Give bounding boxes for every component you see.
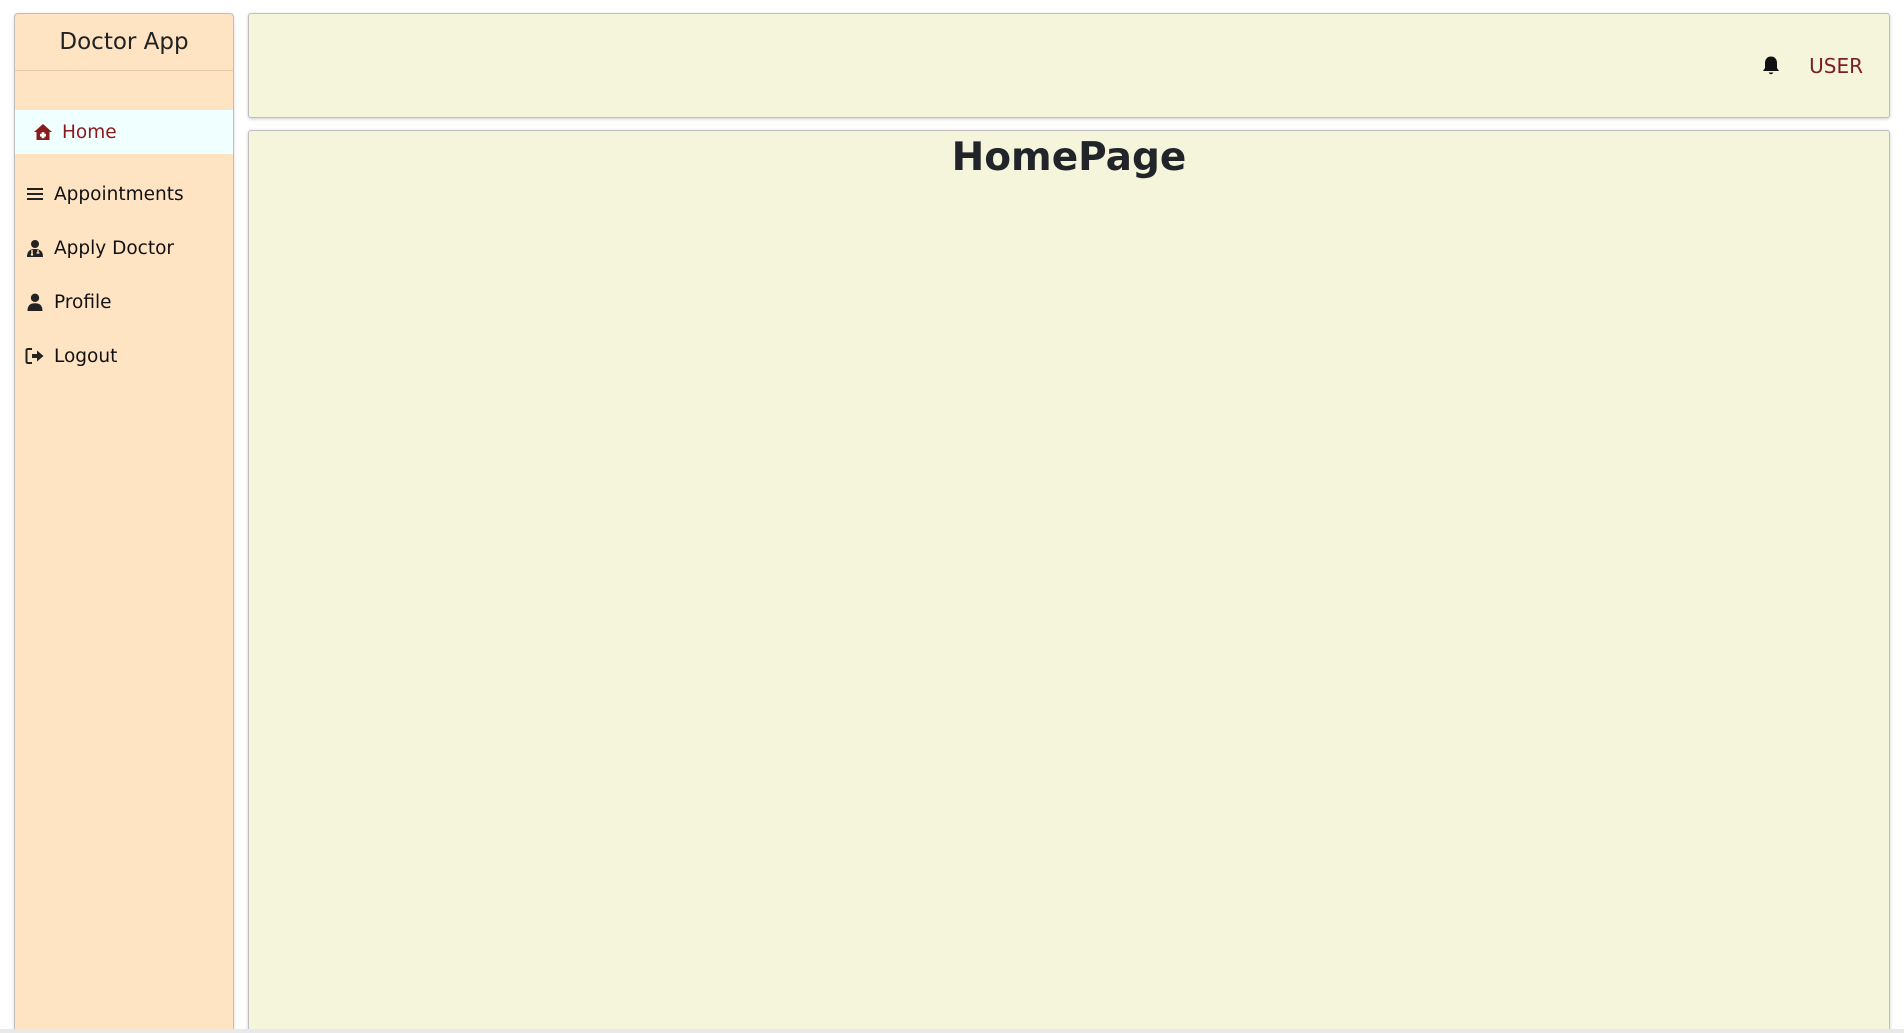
sidebar-item-label: Profile xyxy=(54,291,112,313)
logout-icon xyxy=(24,345,46,367)
app-brand: Doctor App xyxy=(15,14,233,71)
sidebar-item-profile[interactable]: Profile xyxy=(15,280,233,324)
home-icon xyxy=(32,121,54,143)
sidebar-item-label: Home xyxy=(62,121,117,143)
list-icon xyxy=(24,183,46,205)
sidebar-item-appointments[interactable]: Appointments xyxy=(15,172,233,216)
app-root: Doctor App Home Appointments Apply Docto… xyxy=(0,0,1904,1033)
doctor-icon xyxy=(24,237,46,259)
sidebar-item-logout[interactable]: Logout xyxy=(15,334,233,378)
header-actions: USER xyxy=(1761,14,1863,117)
bottom-edge xyxy=(0,1029,1904,1033)
sidebar-item-home[interactable]: Home xyxy=(15,110,233,154)
user-link[interactable]: USER xyxy=(1809,54,1863,78)
sidebar-menu: Home Appointments Apply Doctor Profile L… xyxy=(15,110,233,388)
page-title: HomePage xyxy=(951,135,1187,180)
sidebar: Doctor App Home Appointments Apply Docto… xyxy=(14,13,234,1029)
user-icon xyxy=(24,291,46,313)
sidebar-item-label: Appointments xyxy=(54,183,184,205)
main-content: HomePage xyxy=(248,130,1890,1029)
bell-icon[interactable] xyxy=(1761,55,1781,77)
sidebar-item-label: Logout xyxy=(54,345,118,367)
sidebar-item-apply-doctor[interactable]: Apply Doctor xyxy=(15,226,233,270)
top-header: USER xyxy=(248,13,1890,118)
sidebar-item-label: Apply Doctor xyxy=(54,237,175,259)
